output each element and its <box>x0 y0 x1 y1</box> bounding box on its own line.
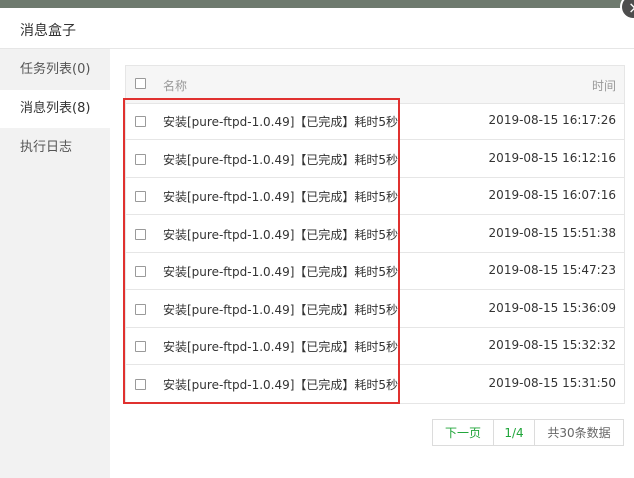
table-row[interactable]: 安装[pure-ftpd-1.0.49]【已完成】耗时5秒 2019-08-15… <box>126 141 624 178</box>
sidebar: 任务列表(0) 消息列表(8) 执行日志 <box>0 49 110 478</box>
sidebar-item-label: 消息列表(8) <box>20 101 91 116</box>
message-name: 安装[pure-ftpd-1.0.49]【已完成】耗时5秒 <box>163 302 399 317</box>
table-row[interactable]: 安装[pure-ftpd-1.0.49]【已完成】耗时5秒 2019-08-15… <box>126 328 624 365</box>
row-checkbox[interactable] <box>135 116 146 127</box>
sidebar-item-label: 执行日志 <box>20 140 73 155</box>
select-all-checkbox[interactable] <box>135 78 146 89</box>
message-time: 2019-08-15 15:32:32 <box>488 338 616 352</box>
dialog-title-bar: 消息盒子 <box>0 8 634 49</box>
message-time: 2019-08-15 16:12:16 <box>488 150 616 165</box>
row-checkbox[interactable] <box>135 191 146 202</box>
next-page-button[interactable]: 下一页 <box>432 419 494 446</box>
message-name: 安装[pure-ftpd-1.0.49]【已完成】耗时5秒 <box>163 377 399 392</box>
row-checkbox[interactable] <box>135 378 146 390</box>
column-header-name: 名称 <box>163 79 188 93</box>
table-row[interactable]: 安装[pure-ftpd-1.0.49]【已完成】耗时5秒 2019-08-15… <box>126 103 624 140</box>
message-name: 安装[pure-ftpd-1.0.49]【已完成】耗时5秒 <box>163 265 399 279</box>
page-indicator[interactable]: 1/4 <box>493 419 535 446</box>
row-checkbox[interactable] <box>135 266 146 277</box>
sidebar-item-label: 任务列表(0) <box>20 62 91 77</box>
message-name: 安装[pure-ftpd-1.0.49]【已完成】耗时5秒 <box>163 115 399 129</box>
column-header-time: 时间 <box>591 79 616 93</box>
row-checkbox[interactable] <box>135 303 146 315</box>
table-header: 名称 时间 <box>126 66 624 104</box>
message-time: 2019-08-15 15:47:23 <box>488 263 616 277</box>
total-count: 共30条数据 <box>534 419 624 446</box>
message-name: 安装[pure-ftpd-1.0.49]【已完成】耗时5秒 <box>163 190 399 204</box>
message-name: 安装[pure-ftpd-1.0.49]【已完成】耗时5秒 <box>163 340 399 354</box>
window-top-strip <box>0 0 634 8</box>
message-time: 2019-08-15 16:07:16 <box>488 188 616 202</box>
table-row[interactable]: 安装[pure-ftpd-1.0.49]【已完成】耗时5秒 2019-08-15… <box>126 253 624 290</box>
message-time: 2019-08-15 15:51:38 <box>488 225 616 240</box>
row-checkbox[interactable] <box>135 153 146 165</box>
table-row[interactable]: 安装[pure-ftpd-1.0.49]【已完成】耗时5秒 2019-08-15… <box>126 178 624 215</box>
sidebar-item-logs[interactable]: 执行日志 <box>0 129 110 167</box>
message-time: 2019-08-15 15:31:50 <box>488 375 616 390</box>
row-checkbox[interactable] <box>135 228 146 240</box>
table-row[interactable]: 安装[pure-ftpd-1.0.49]【已完成】耗时5秒 2019-08-15… <box>126 216 624 253</box>
message-time: 2019-08-15 15:36:09 <box>488 300 616 315</box>
table-row[interactable]: 安装[pure-ftpd-1.0.49]【已完成】耗时5秒 2019-08-15… <box>126 291 624 328</box>
message-name: 安装[pure-ftpd-1.0.49]【已完成】耗时5秒 <box>163 152 399 167</box>
sidebar-item-tasks[interactable]: 任务列表(0) <box>0 51 110 89</box>
dialog-title: 消息盒子 <box>20 23 76 39</box>
message-name: 安装[pure-ftpd-1.0.49]【已完成】耗时5秒 <box>163 227 399 242</box>
close-icon: × <box>628 0 634 17</box>
sidebar-item-messages[interactable]: 消息列表(8) <box>0 90 110 128</box>
table-row[interactable]: 安装[pure-ftpd-1.0.49]【已完成】耗时5秒 2019-08-15… <box>126 366 624 403</box>
row-checkbox[interactable] <box>135 341 146 352</box>
message-time: 2019-08-15 16:17:26 <box>488 113 616 127</box>
message-table: 名称 时间 安装[pure-ftpd-1.0.49]【已完成】耗时5秒 2019… <box>125 65 625 404</box>
